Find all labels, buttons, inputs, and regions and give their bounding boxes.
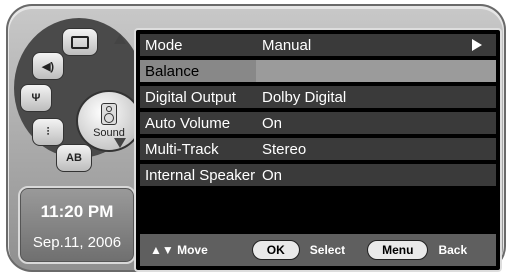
ab-button[interactable]: AB	[56, 144, 92, 172]
clock-time: 11:20 PM	[40, 202, 114, 221]
row-key: Digital Output	[140, 86, 256, 108]
sound-center-button[interactable]: Sound	[76, 90, 142, 152]
row-multi-track[interactable]: Multi-Track Stereo	[140, 138, 496, 160]
clock-panel: 11:20 PM Sep.11, 2006	[18, 186, 136, 264]
row-value: Dolby Digital	[256, 86, 496, 108]
row-key: Mode	[140, 34, 256, 56]
scroll-up-icon[interactable]	[114, 34, 126, 44]
row-value: Manual	[256, 34, 496, 56]
row-key: Internal Speaker	[140, 164, 256, 186]
row-value	[256, 60, 496, 82]
scroll-down-icon[interactable]	[114, 138, 126, 148]
settings-panel: Mode Manual Balance Digital Output Dolby…	[134, 28, 502, 272]
row-auto-volume[interactable]: Auto Volume On	[140, 112, 496, 134]
row-value: On	[256, 112, 496, 134]
row-internal-speaker[interactable]: Internal Speaker On	[140, 164, 496, 186]
row-balance[interactable]: Balance	[140, 60, 496, 82]
row-value: Stereo	[256, 138, 496, 160]
row-mode[interactable]: Mode Manual	[140, 34, 496, 56]
ok-button[interactable]: OK	[251, 240, 300, 260]
back-hint: Back	[438, 243, 468, 257]
equalizer-icon[interactable]: ⫶	[32, 118, 64, 146]
sound-wheel: ◀) Ψ ⫶ AB Sound	[14, 18, 144, 178]
speaker-icon[interactable]: ◀)	[32, 52, 64, 80]
antenna-icon[interactable]: Ψ	[20, 84, 52, 112]
select-hint: Select	[309, 243, 346, 257]
play-arrow-icon	[472, 39, 482, 51]
row-key: Auto Volume	[140, 112, 256, 134]
picture-icon[interactable]	[62, 28, 98, 56]
row-key: Balance	[140, 60, 256, 82]
row-key: Multi-Track	[140, 138, 256, 160]
clock-date: Sep.11, 2006	[32, 234, 122, 251]
menu-button[interactable]: Menu	[367, 240, 429, 260]
speaker-box-icon	[101, 103, 117, 125]
footer-bar: ▲▼ Move OK Select Menu Back	[140, 234, 496, 266]
row-digital-output[interactable]: Digital Output Dolby Digital	[140, 86, 496, 108]
move-hint: ▲▼ Move	[150, 243, 208, 257]
row-value: On	[256, 164, 496, 186]
